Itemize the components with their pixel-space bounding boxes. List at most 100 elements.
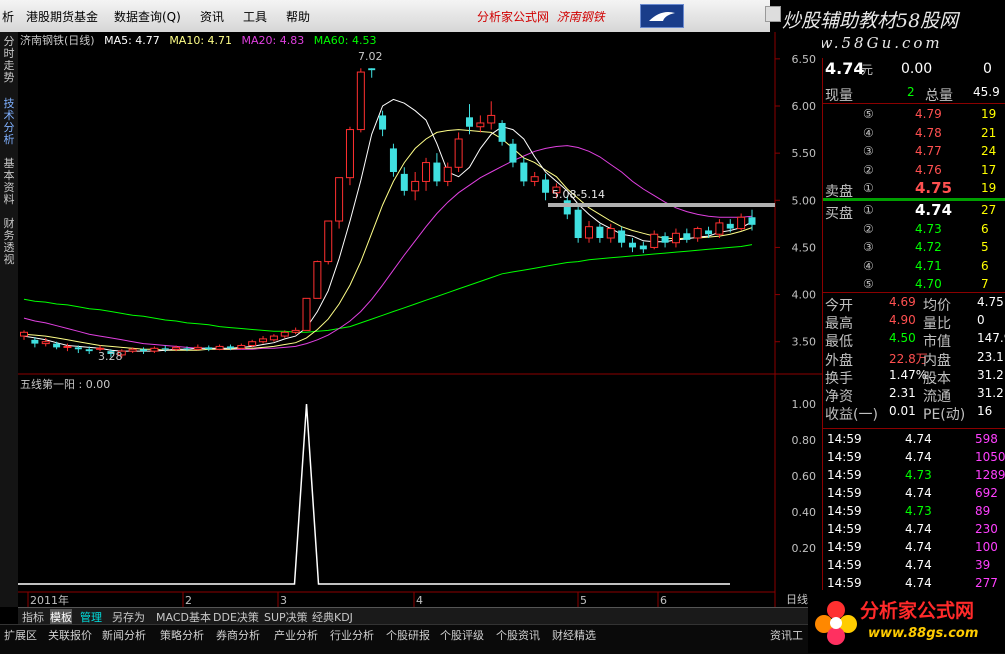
tick-price: 4.74 (905, 576, 932, 590)
tick-row: 14:59 4.74 692 (823, 485, 1005, 503)
tick-row: 14:59 4.73 1289 (823, 467, 1005, 485)
status-tab[interactable]: 策略分析 (160, 627, 204, 643)
tick-row: 14:59 4.74 598 (823, 431, 1005, 449)
chart-area[interactable]: 6.50 6.00 5.50 5.00 4.50 4.00 3.50 1.00 0.80 0.60… (18, 32, 822, 607)
candle-body-down (520, 162, 528, 182)
stat-value: 0.01 (889, 404, 916, 419)
status-tab[interactable]: 个股评级 (440, 627, 484, 643)
level-marker: ② (863, 162, 874, 177)
bid-row: ④ 4.71 6 (823, 258, 1005, 276)
stat-row: 收益(一) 0.01 PE(动) 16 (823, 403, 1005, 424)
candle-body-down (509, 143, 517, 163)
candle-body-down (368, 68, 376, 71)
candle-body-up (335, 177, 344, 222)
x-tick-label: 2011年 (30, 593, 69, 607)
menu-item-news[interactable]: 资讯 (200, 8, 224, 25)
status-tab[interactable]: 关联报价 (48, 627, 92, 643)
status-tab[interactable]: 券商分析 (216, 627, 260, 643)
status-tab[interactable]: 财经精选 (552, 627, 596, 643)
stat-value: 22.8万 (889, 351, 928, 366)
status-tab[interactable]: 个股研报 (386, 627, 430, 643)
ma10-label: MA10: 4.71 (169, 34, 233, 47)
bid-volume: 5 (981, 240, 989, 254)
status-tab[interactable]: 行业分析 (330, 627, 374, 643)
stat-row: 换手 1.47% 股本 31.2 (823, 367, 1005, 387)
ma-legend: 济南钢铁(日线) MA5: 4.77 MA10: 4.71 MA20: 4.83… (20, 32, 382, 48)
indicator-y-tick: 0.60 (792, 470, 817, 483)
x-tick-label: 5 (580, 594, 587, 607)
tick-volume: 100 (975, 540, 998, 554)
candle-body-up (345, 129, 354, 179)
tab-technical[interactable]: 技术分析 (1, 98, 17, 146)
candle-body-up (280, 331, 289, 337)
ask-row: ⑤ 4.79 19 (823, 106, 1005, 124)
volume-row: 现量 2 总量 45.9 (823, 84, 1005, 104)
tab-sup[interactable]: SUP决策 (264, 609, 308, 625)
indicator-y-tick: 1.00 (792, 398, 817, 411)
volume-value: 2 (907, 85, 915, 99)
stat-label: 收益(一) (825, 407, 878, 424)
level-marker: ④ (863, 125, 874, 140)
candle-body-down (574, 209, 582, 238)
menu-item-hk-futures[interactable]: 港股期货基金 (26, 8, 98, 25)
indicator-tab-bar: 指标 模板 管理 另存为 MACD基本 DDE决策 SUP决策 经典KDJ (18, 607, 822, 625)
candle-body-up (215, 345, 224, 350)
status-tab[interactable]: 新闻分析 (102, 627, 146, 643)
stock-name: 济南钢铁(日线) (20, 34, 95, 47)
candle-body-up (715, 222, 724, 235)
candle-body-down (400, 173, 408, 191)
level-marker: ⑤ (863, 277, 874, 291)
y-tick-label: 5.50 (792, 147, 817, 160)
tab-save-as[interactable]: 另存为 (112, 609, 145, 625)
bird-icon[interactable] (640, 4, 684, 28)
tick-price: 4.74 (905, 540, 932, 554)
menu-item[interactable]: 析 (2, 8, 14, 25)
bid-volume: 6 (981, 258, 989, 273)
tab-intraday[interactable]: 分时走势 (1, 36, 17, 84)
candle-body-up (237, 344, 246, 349)
tab-dde[interactable]: DDE决策 (213, 609, 259, 625)
bid-row: ② 4.73 6 (823, 221, 1005, 239)
level-marker: ① (863, 203, 874, 217)
menu-item-data-query[interactable]: 数据查询(Q) (114, 8, 181, 25)
bid-row: 买盘 ① 4.74 27 (823, 201, 1005, 222)
status-news-tab[interactable]: 资讯工 (770, 627, 803, 643)
y-tick-label: 3.50 (792, 336, 817, 349)
tick-row: 14:59 4.74 100 (823, 539, 1005, 557)
tab-financials[interactable]: 财务透视 (1, 218, 17, 266)
period-label[interactable]: 日线 (786, 591, 808, 607)
minimize-icon[interactable] (765, 6, 781, 22)
candle-body-up (269, 335, 278, 341)
ask-price: 4.79 (915, 107, 942, 121)
candle-body-down (661, 236, 669, 243)
tick-time: 14:59 (827, 432, 862, 446)
tab-kdj[interactable]: 经典KDJ (312, 609, 353, 625)
bid-ask-divider (823, 198, 1005, 201)
tab-macd[interactable]: MACD基本 (156, 609, 211, 625)
status-tab[interactable]: 个股资讯 (496, 627, 540, 643)
tab-manage[interactable]: 管理 (80, 609, 102, 625)
tick-volume: 1289 (975, 468, 1005, 482)
menu-item-tools[interactable]: 工具 (243, 8, 267, 25)
y-tick-label: 5.00 (792, 194, 817, 207)
status-tab[interactable]: 产业分析 (274, 627, 318, 643)
ma60-label: MA60: 4.53 (313, 34, 377, 47)
candle-body-up (476, 122, 485, 128)
tab-indicator[interactable]: 指标 (22, 609, 44, 625)
stat-value: 4.90 (889, 313, 916, 328)
y-tick-label: 6.50 (792, 53, 817, 66)
stat-value: 31.2 (977, 386, 1004, 400)
tab-fundamentals[interactable]: 基本资料 (1, 158, 17, 206)
price-extra: 0 (983, 61, 992, 77)
volume-label: 现量 (825, 88, 853, 104)
ask-row: 卖盘 ① 4.75 19 (823, 179, 1005, 200)
menu-item-help[interactable]: 帮助 (286, 8, 310, 25)
level-marker: ⑤ (863, 107, 874, 121)
flower-icon (815, 601, 857, 645)
tick-volume: 598 (975, 432, 998, 446)
status-tab[interactable]: 扩展区 (4, 627, 37, 643)
candle-body-down (140, 349, 148, 352)
quote-panel: 4.74 元 0.00 0 现量 2 总量 45.9 ⑤ 4.79 19 ④ 4.78 21 ③ 4.77 24… (822, 58, 1005, 607)
candle-body-down (639, 245, 647, 250)
tab-template[interactable]: 模板 (50, 609, 72, 625)
